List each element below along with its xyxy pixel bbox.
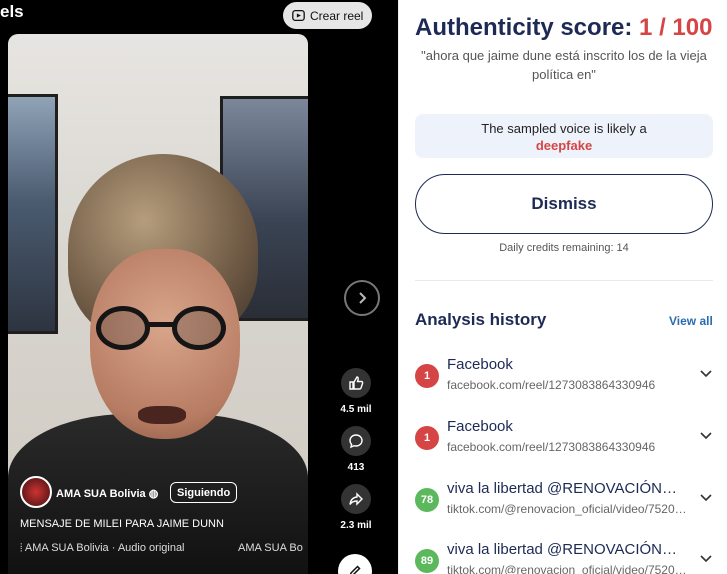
transcript-quote: "ahora que jaime dune está inscrito los …	[421, 48, 707, 82]
score-label: Authenticity score:	[415, 14, 633, 41]
share-action[interactable]: 2.3 mil	[338, 484, 374, 531]
like-action[interactable]: 4.5 mil	[338, 368, 374, 415]
history-item[interactable]: 1 Facebook facebook.com/reel/12730838643…	[415, 418, 715, 458]
history-score-badge: 78	[415, 488, 439, 512]
view-all-link[interactable]: View all	[669, 314, 713, 328]
author-name[interactable]: AMA SUA Bolivia ◍	[56, 487, 158, 500]
dismiss-button[interactable]: Dismiss	[415, 174, 713, 234]
like-icon	[341, 368, 371, 398]
history-item-title: Facebook	[447, 356, 513, 373]
create-reel-label: Crear reel	[310, 8, 364, 23]
history-score-badge: 89	[415, 549, 439, 573]
comment-icon	[341, 426, 371, 456]
chevron-down-icon[interactable]	[699, 490, 713, 504]
history-score-badge: 1	[415, 364, 439, 388]
history-item-title: viva la libertad @RENOVACIÓN…	[447, 541, 678, 558]
analysis-panel: Authenticity score: 1 / 100 "ahora que j…	[398, 0, 727, 574]
following-button[interactable]: Siguiendo	[170, 482, 238, 503]
chevron-right-icon	[359, 292, 367, 304]
verdict-word: deepfake	[535, 138, 593, 153]
verdict-box: The sampled voice is likely a deepfake	[415, 114, 713, 158]
history-score-badge: 1	[415, 426, 439, 450]
history-item-title: Facebook	[447, 418, 513, 435]
comment-action[interactable]: 413	[338, 426, 374, 473]
history-item[interactable]: 78 viva la libertad @RENOVACIÓN… tiktok.…	[415, 480, 715, 520]
author-avatar[interactable]	[20, 476, 52, 508]
glasses-right-lens	[172, 306, 226, 350]
share-count: 2.3 mil	[340, 520, 372, 531]
history-item-url: facebook.com/reel/1273083864330946	[447, 440, 656, 454]
history-item-url: facebook.com/reel/1273083864330946	[447, 378, 656, 392]
history-title: Analysis history	[415, 310, 547, 329]
chevron-down-icon[interactable]	[699, 428, 713, 442]
audio-label-scrolling: AMA SUA Bo	[238, 542, 303, 554]
glasses-left-lens	[96, 306, 150, 350]
divider	[415, 280, 713, 281]
comment-count: 413	[347, 462, 365, 473]
authenticity-score-title: Authenticity score: 1 / 100	[415, 14, 712, 42]
chevron-down-icon[interactable]	[699, 551, 713, 565]
glasses-bridge	[148, 322, 174, 327]
history-item[interactable]: 89 viva la libertad @RENOVACIÓN… tiktok.…	[415, 541, 715, 574]
reels-title: els	[0, 2, 24, 21]
audio-label[interactable]: ⦙ AMA SUA Bolivia · Audio original	[20, 542, 185, 555]
next-reel-button[interactable]	[344, 280, 380, 316]
credits-remaining: Daily credits remaining: 14	[499, 242, 629, 254]
globe-icon: ◍	[148, 488, 159, 500]
like-count: 4.5 mil	[340, 404, 372, 415]
history-item[interactable]: 1 Facebook facebook.com/reel/12730838643…	[415, 356, 715, 396]
edit-button[interactable]	[338, 554, 372, 574]
pencil-icon	[349, 565, 361, 574]
speaker-mouth	[138, 406, 186, 424]
verdict-text: The sampled voice is likely a	[481, 121, 647, 136]
audio-icon: ⦙	[20, 542, 23, 554]
share-icon	[341, 484, 371, 514]
history-item-url: tiktok.com/@renovacion_oficial/video/752…	[447, 502, 687, 516]
reel-caption: MENSAJE DE MILEI PARA JAIME DUNN	[20, 518, 224, 530]
chevron-down-icon[interactable]	[699, 366, 713, 380]
history-item-title: viva la libertad @RENOVACIÓN…	[447, 480, 678, 497]
history-item-url: tiktok.com/@renovacion_oficial/video/752…	[447, 563, 687, 574]
reel-icon	[292, 9, 305, 22]
painting-left	[8, 94, 58, 334]
reels-area: els Crear reel AMA SUA Bolivia ◍ Siguien…	[0, 0, 398, 574]
score-value: 1 / 100	[639, 14, 713, 41]
create-reel-button[interactable]: Crear reel	[283, 2, 372, 29]
